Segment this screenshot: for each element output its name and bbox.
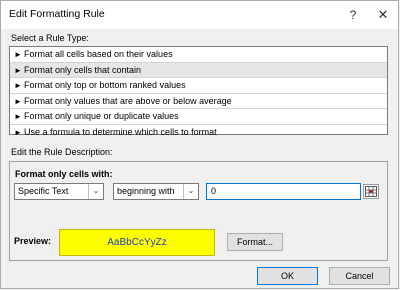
operator-value: beginning with: [117, 186, 175, 196]
rule-item-all-cells[interactable]: ► Format all cells based on their values: [10, 47, 387, 63]
rule-type-label-text: Select a Rule Type:: [11, 33, 89, 43]
rule-item-label: Format only top or bottom ranked values: [24, 80, 186, 90]
format-only-cells-with-heading: Format only cells with:: [15, 169, 113, 179]
rule-item-label: Format all cells based on their values: [24, 49, 173, 59]
rule-type-label: Select a Rule Type:: [11, 33, 89, 43]
rule-description-label-text: Edit the Rule Description:: [11, 147, 113, 157]
rule-item-label: Format only unique or duplicate values: [24, 111, 179, 121]
close-button[interactable]: ✕: [369, 3, 397, 27]
chevron-down-icon[interactable]: ⌄: [88, 184, 103, 199]
edit-formatting-rule-dialog: Edit Formatting Rule ? ✕ Select a Rule T…: [0, 0, 399, 289]
preview-label: Preview:: [14, 236, 52, 246]
arrow-right-icon: ►: [14, 96, 22, 106]
rule-description-label: Edit the Rule Description:: [11, 147, 113, 157]
arrow-right-icon: ►: [14, 50, 22, 59]
title-bar: Edit Formatting Rule ? ✕: [1, 1, 398, 29]
cancel-button[interactable]: Cancel: [329, 267, 390, 285]
dialog-title: Edit Formatting Rule: [9, 8, 105, 20]
rule-item-label: Use a formula to determine which cells t…: [24, 126, 217, 137]
rule-item-cells-that-contain[interactable]: ► Format only cells that contain: [10, 62, 387, 78]
rule-item-top-bottom[interactable]: ► Format only top or bottom ranked values: [10, 78, 387, 94]
text-value-input[interactable]: 0: [206, 183, 361, 200]
arrow-right-icon: ►: [14, 127, 22, 137]
help-button[interactable]: ?: [339, 3, 367, 27]
arrow-right-icon: ►: [14, 81, 22, 90]
text-value: 0: [211, 186, 217, 196]
operator-select[interactable]: beginning with ⌄: [113, 183, 199, 200]
chevron-down-icon[interactable]: ⌄: [183, 184, 198, 199]
rule-item-above-below-average[interactable]: ► Format only values that are above or be…: [10, 94, 387, 109]
rule-item-label: Format only values that are above or bel…: [24, 95, 232, 106]
condition-type-select[interactable]: Specific Text ⌄: [14, 183, 104, 200]
range-picker-icon: [365, 186, 377, 197]
condition-type-value: Specific Text: [18, 186, 69, 196]
ok-button[interactable]: OK: [257, 267, 318, 285]
preview-sample: AaBbCcYyZz: [59, 229, 215, 256]
format-button[interactable]: Format...: [227, 233, 283, 251]
rule-type-list[interactable]: ► Format all cells based on their values …: [9, 46, 388, 137]
arrow-right-icon: ►: [14, 65, 22, 75]
rule-item-unique-duplicate[interactable]: ► Format only unique or duplicate values: [10, 109, 387, 125]
rule-item-use-formula[interactable]: ► Use a formula to determine which cells …: [10, 125, 387, 140]
rule-item-label: Format only cells that contain: [24, 64, 142, 75]
arrow-right-icon: ►: [14, 112, 22, 121]
range-picker-button[interactable]: [363, 184, 379, 199]
